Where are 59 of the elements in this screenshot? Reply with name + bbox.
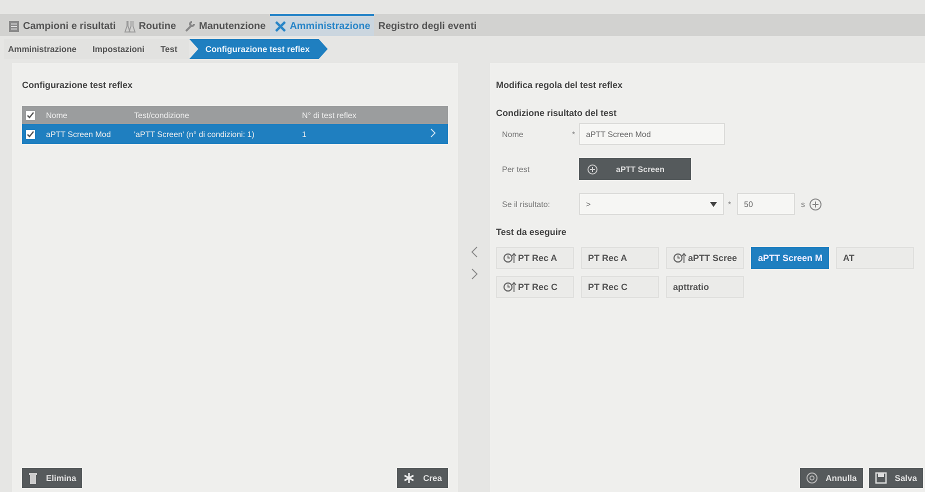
save-button[interactable]: Salva [868,468,923,488]
flask-icon [124,20,136,32]
table-cell: 'aPTT Screen' (n° di condizioni: 1) [134,130,254,138]
create-button[interactable]: Crea [397,468,448,488]
breadcrumb-item[interactable]: Test [156,39,190,59]
menu-tab[interactable]: Manutenzione [180,14,270,36]
field-label: Per test [501,164,531,174]
unit-label: s [800,200,806,208]
menu-tab[interactable]: Campioni e risultati [4,14,120,36]
operator-dropdown[interactable]: > [579,193,724,215]
table-cell: aPTT Screen Mod [46,130,111,138]
test-chip[interactable]: aPTT Screen M [751,247,829,269]
menu-tab[interactable]: Registro degli eventi [374,14,481,36]
save-icon [874,472,887,484]
checkbox[interactable] [26,110,35,120]
test-chip[interactable]: PT Rec C [496,276,574,298]
panel-title: Configurazione test reflex [22,79,134,92]
clock-arrow-icon [673,252,687,264]
checkbox[interactable] [26,130,35,139]
name-field[interactable]: aPTT Screen Mod [579,123,725,145]
value-field[interactable]: 50 [737,193,795,215]
menu-tab[interactable]: Routine [120,14,180,36]
field-label: Nome [501,130,524,138]
test-select-button[interactable]: aPTT Screen [579,158,691,180]
wrench-icon [184,20,196,32]
clock-arrow-icon [503,252,517,264]
column-header: Nome [42,106,130,124]
trash-icon [28,472,38,484]
required-mark: * [572,130,576,138]
table-row[interactable]: aPTT Screen Mod 'aPTT Screen' (n° di condizioni: 1) 1 [22,124,448,144]
add-circle-icon[interactable] [809,198,822,210]
test-chip[interactable]: PT Rec A [496,247,574,269]
test-chip[interactable]: apttratio [666,276,744,298]
table-cell: 1 [302,130,306,138]
chevron-right-icon [430,128,436,138]
breadcrumb-item[interactable]: Configurazione test reflex [189,39,328,59]
cancel-button[interactable]: Annulla [800,468,863,488]
dropdown-arrow-icon [710,202,717,206]
breadcrumb-item[interactable]: Impostazioni [88,39,156,59]
asterisk-icon [403,472,416,484]
test-chip[interactable]: AT [836,247,914,269]
field-label: Se il risultato: [501,200,552,208]
required-mark: * [727,200,732,208]
section-title: Test da eseguire [496,227,568,237]
panel-title: Modifica regola del test reflex [496,79,624,92]
breadcrumb-item[interactable]: Amministrazione [4,39,88,59]
chevron-left-icon[interactable] [470,246,478,258]
delete-button[interactable]: Elimina [22,468,82,488]
chevron-right-icon[interactable] [470,268,478,280]
test-chip[interactable]: PT Rec A [581,247,659,269]
menu-tab[interactable]: Amministrazione [270,14,374,36]
test-chip[interactable]: PT Rec C [581,276,659,298]
plus-circle-icon [587,164,598,174]
column-header: N° di test reflex [298,106,426,124]
section-title: Condizione risultato del test [496,108,618,118]
list-icon [8,20,20,32]
test-chip[interactable]: aPTT Scree [666,247,744,269]
clock-arrow-icon [503,281,517,293]
column-header: Test/condizione [130,106,298,124]
